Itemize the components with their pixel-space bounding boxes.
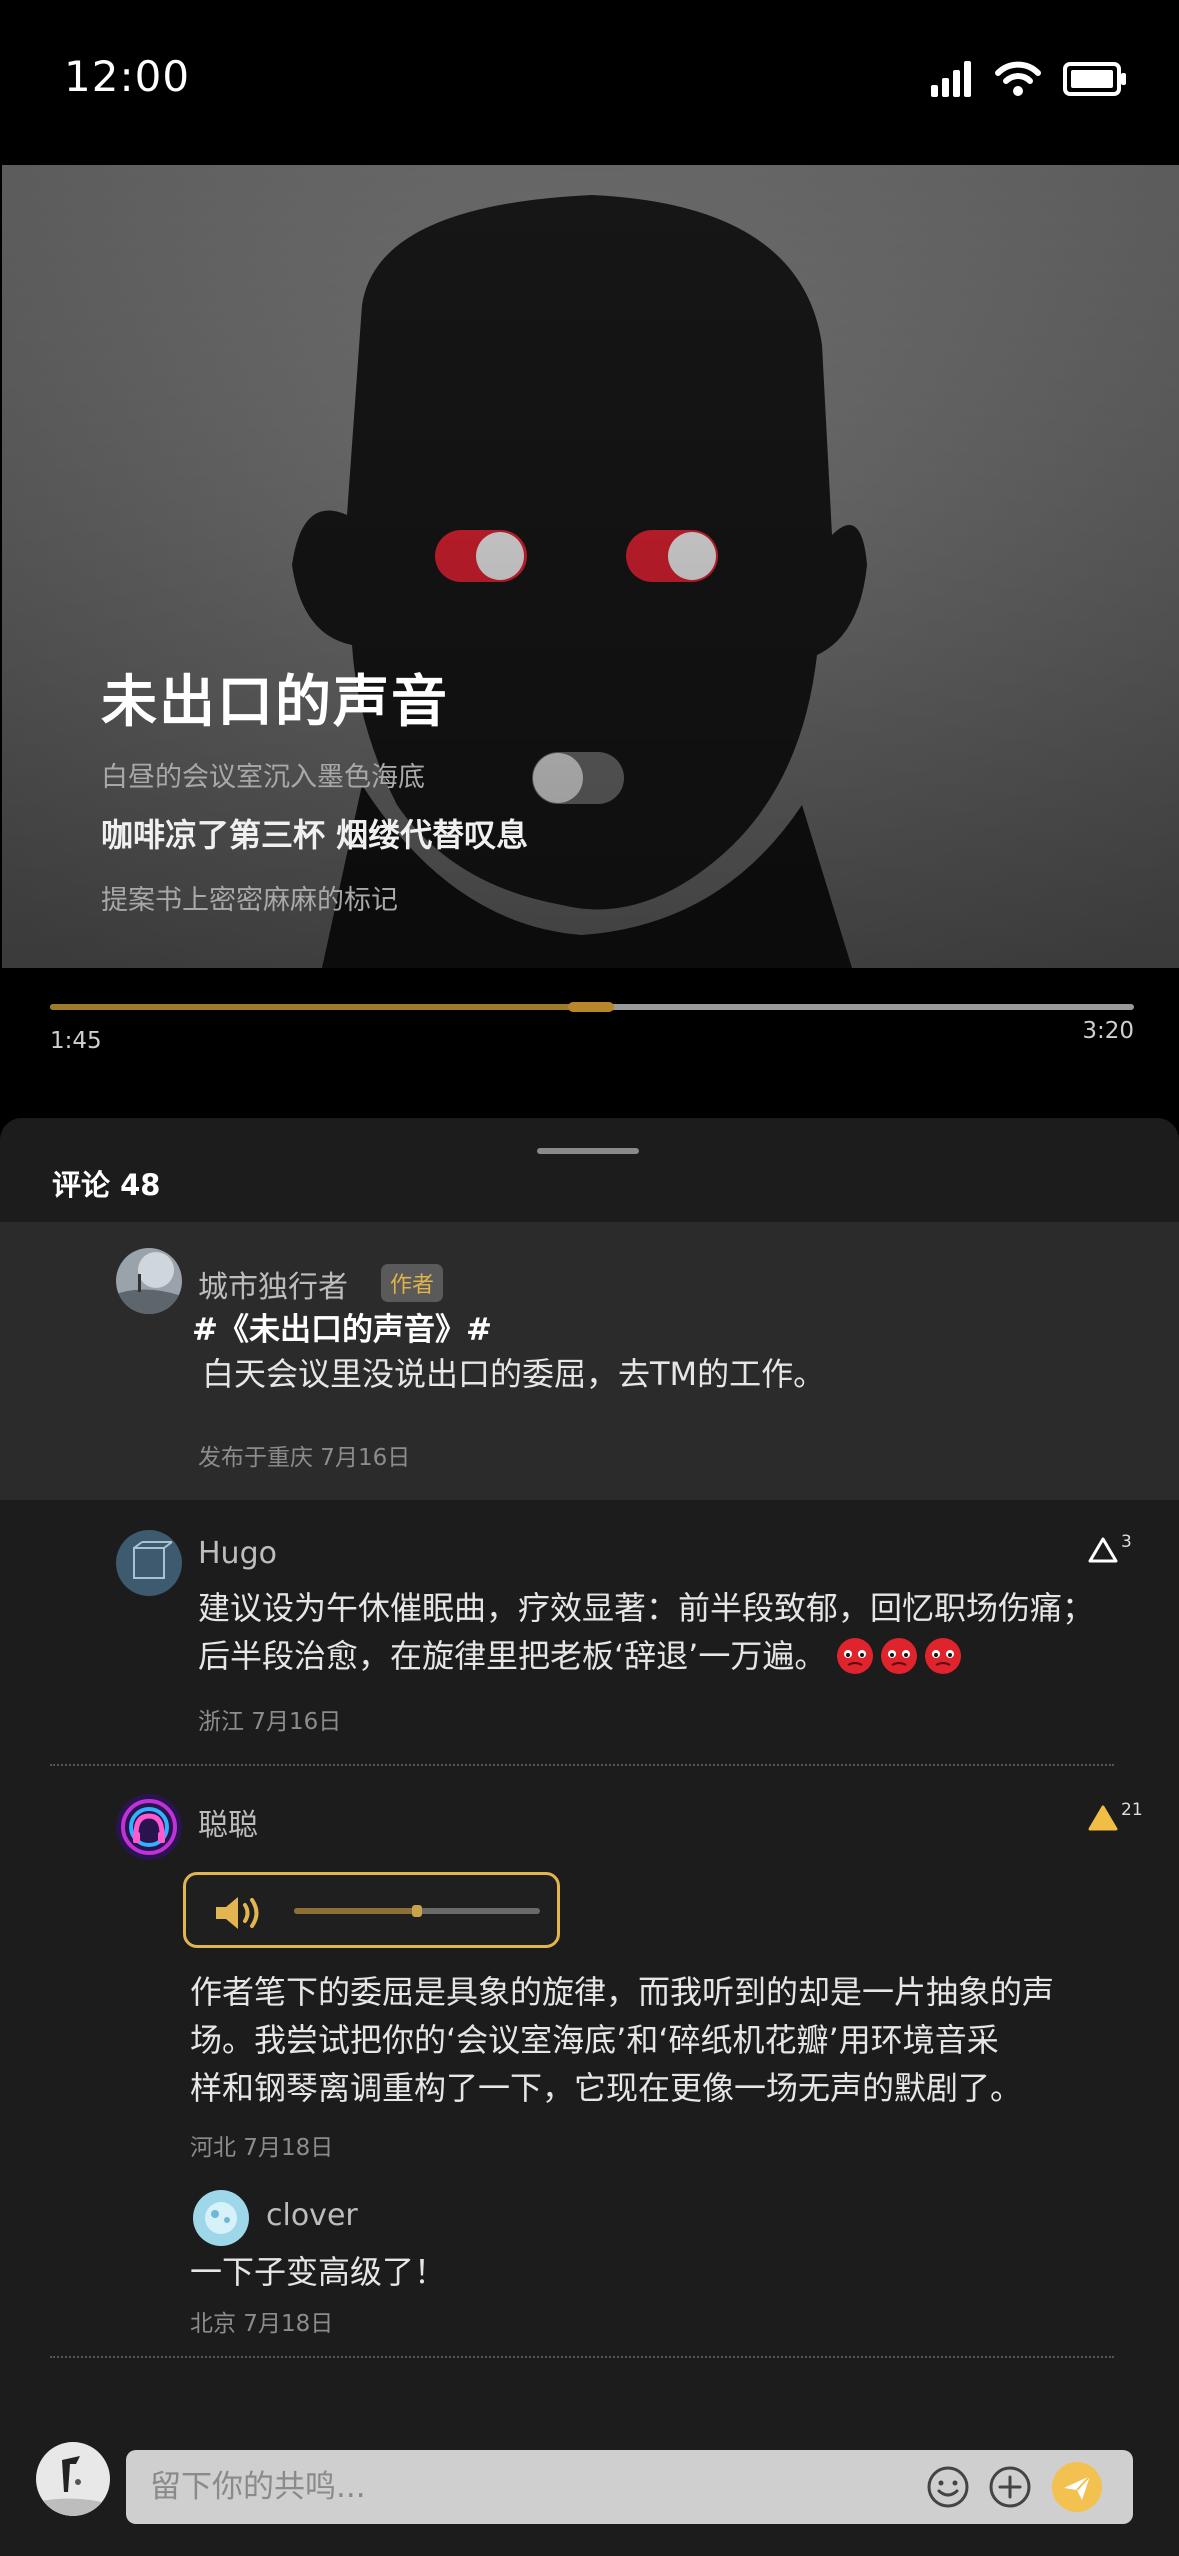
- comments-header: 评论 48: [52, 1168, 161, 1202]
- sheet-drag-handle[interactable]: [537, 1148, 639, 1154]
- wifi-icon: [995, 61, 1041, 96]
- voice-progress-fill: [294, 1908, 417, 1914]
- comment-text-row: 后半段治愈，在旋律里把老板‘辞退’一万遍。: [198, 1632, 962, 1680]
- author-post-text: 白天会议里没说出口的委屈，去TM的工作。: [202, 1355, 826, 1393]
- like-button[interactable]: 3: [1087, 1532, 1132, 1564]
- comment-input-box: [126, 2450, 1133, 2524]
- song-title: 未出口的声音: [101, 670, 449, 735]
- add-icon[interactable]: [988, 2465, 1032, 2509]
- comments-sheet: 评论 48 城市独行者 作者 #《未出口的声音》# 白天会议里没说出口的委屈，去…: [0, 1118, 1179, 2556]
- status-icons: [931, 58, 1127, 100]
- like-count: 3: [1121, 1532, 1132, 1552]
- emoji-icon[interactable]: [926, 2465, 970, 2509]
- reply-name[interactable]: clover: [266, 2198, 358, 2233]
- status-time: 12:00: [64, 52, 191, 101]
- comment-text-line: 建议设为午休催眠曲，疗效显著：前半段致郁，回忆职场伤痛；: [198, 1589, 1095, 1627]
- status-bar: 12:00: [0, 0, 1179, 165]
- commenter-avatar[interactable]: [116, 1794, 182, 1860]
- commenter-avatar[interactable]: [116, 1530, 182, 1596]
- comment-divider: [50, 1764, 1114, 1766]
- like-count: 21: [1121, 1800, 1143, 1820]
- current-time: 1:45: [50, 1028, 102, 1054]
- comment-text-line: 场。我尝试把你的‘会议室海底’和‘碎纸机花瓣’用环境音采: [190, 2021, 999, 2059]
- like-triangle-filled-icon: [1088, 1805, 1118, 1831]
- progress-thumb[interactable]: [567, 1002, 614, 1012]
- playback-progress: 1:45 3:20: [0, 968, 1179, 1118]
- my-avatar[interactable]: [36, 2442, 110, 2516]
- reply-meta: 北京 7月18日: [190, 2311, 334, 2337]
- comment-text-line: 后半段治愈，在旋律里把老板‘辞退’一万遍。: [198, 1637, 827, 1675]
- like-triangle-icon: [1088, 1537, 1118, 1563]
- voice-progress-track[interactable]: [294, 1905, 540, 1917]
- comment-text-line: 样和钢琴离调重构了一下，它现在更像一场无声的默剧了。: [190, 2069, 1023, 2107]
- topic-tag[interactable]: #《未出口的声音》#: [192, 1304, 492, 1349]
- author-name[interactable]: 城市独行者: [198, 1262, 348, 1306]
- author-badge: 作者: [381, 1264, 444, 1302]
- like-button[interactable]: 21: [1087, 1800, 1143, 1832]
- commenter-name[interactable]: 聪聪: [198, 1800, 258, 1844]
- author-post-meta: 发布于重庆 7月16日: [198, 1445, 411, 1471]
- progress-slider[interactable]: [50, 1002, 1134, 1012]
- lyric-next: 提案书上密密麻麻的标记: [101, 885, 398, 916]
- reply-avatar[interactable]: [193, 2190, 249, 2246]
- battery-icon: [1063, 62, 1126, 96]
- send-icon[interactable]: [1050, 2460, 1104, 2514]
- speaker-icon[interactable]: [212, 1893, 268, 1933]
- comment-composer: [0, 2400, 1179, 2556]
- voice-progress-thumb[interactable]: [412, 1905, 422, 1917]
- angry-emoji-icon: [836, 1637, 962, 1675]
- total-time: 3:20: [1082, 1018, 1134, 1044]
- author-post: 城市独行者 作者 #《未出口的声音》# 白天会议里没说出口的委屈，去TM的工作。…: [0, 1222, 1179, 1500]
- lyric-current: 咖啡凉了第三杯 烟缕代替叹息: [101, 816, 529, 854]
- progress-fill: [50, 1004, 614, 1010]
- comment-text-line: 作者笔下的委屈是具象的旋律，而我听到的却是一片抽象的声: [190, 1973, 1055, 2011]
- author-avatar[interactable]: [116, 1248, 182, 1314]
- comment-divider: [50, 2356, 1114, 2358]
- lyric-previous: 白昼的会议室沉入墨色海底: [101, 762, 425, 793]
- album-artwork: 未出口的声音 白昼的会议室沉入墨色海底 咖啡凉了第三杯 烟缕代替叹息 提案书上密…: [2, 165, 1179, 968]
- comment-meta: 河北 7月18日: [190, 2135, 334, 2161]
- commenter-name[interactable]: Hugo: [198, 1536, 277, 1571]
- comment-input[interactable]: [150, 2462, 850, 2512]
- comment-meta: 浙江 7月16日: [198, 1709, 342, 1735]
- voice-message-player[interactable]: [183, 1872, 560, 1948]
- reply-text: 一下子变高级了！: [190, 2253, 447, 2291]
- signal-icon: [931, 61, 971, 97]
